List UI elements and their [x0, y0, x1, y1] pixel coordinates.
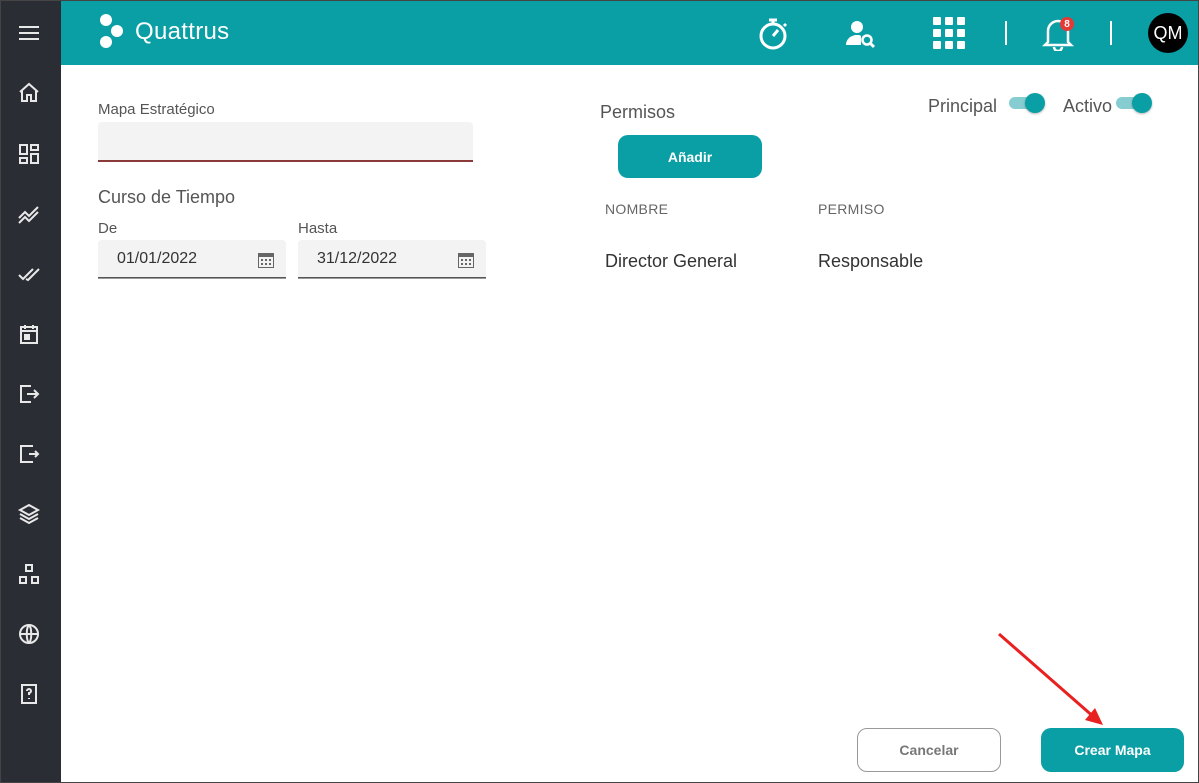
- calendar-icon[interactable]: [256, 250, 276, 270]
- principal-toggle[interactable]: [1009, 93, 1045, 113]
- top-bar: Quattrus 8 QM: [61, 1, 1198, 65]
- calendar-icon[interactable]: [456, 250, 476, 270]
- bell-icon[interactable]: 8: [1038, 13, 1078, 53]
- de-label: De: [98, 220, 118, 237]
- separator: [1005, 21, 1007, 45]
- home-icon[interactable]: [15, 79, 43, 107]
- curso-label: Curso de Tiempo: [98, 187, 236, 207]
- globe-icon[interactable]: [15, 620, 43, 648]
- separator: [1110, 21, 1112, 45]
- de-date-field[interactable]: [98, 240, 286, 278]
- create-map-button[interactable]: Crear Mapa: [1041, 728, 1184, 772]
- mapa-input[interactable]: [98, 122, 473, 160]
- principal-label: Principal: [928, 96, 998, 116]
- toggle-knob: [1132, 93, 1152, 113]
- login-icon[interactable]: [15, 380, 43, 408]
- activo-toggle[interactable]: [1116, 93, 1152, 113]
- toggle-knob: [1025, 93, 1045, 113]
- app-logo[interactable]: Quattrus: [97, 13, 229, 51]
- notification-badge: 8: [1060, 17, 1074, 31]
- avatar[interactable]: QM: [1148, 13, 1188, 53]
- sidebar: [1, 1, 61, 782]
- user-search-icon[interactable]: [840, 13, 880, 53]
- layers-icon[interactable]: [15, 500, 43, 528]
- help-book-icon[interactable]: [15, 680, 43, 708]
- cancel-button[interactable]: Cancelar: [857, 728, 1001, 772]
- activo-label: Activo: [1063, 96, 1113, 116]
- row-nombre: Director General: [605, 251, 738, 271]
- stopwatch-icon[interactable]: [753, 13, 793, 53]
- calendar-icon[interactable]: [15, 320, 43, 348]
- trending-icon[interactable]: [15, 200, 43, 228]
- app-name: Quattrus: [135, 18, 230, 45]
- row-permiso: Responsable: [818, 251, 924, 271]
- column-header-nombre: NOMBRE: [605, 201, 669, 217]
- mapa-label: Mapa Estratégico: [98, 101, 215, 118]
- add-permission-button[interactable]: Añadir: [618, 135, 762, 178]
- hierarchy-icon[interactable]: [15, 560, 43, 588]
- menu-icon[interactable]: [15, 19, 43, 47]
- hasta-date-field[interactable]: [298, 240, 486, 278]
- mapa-field[interactable]: [98, 122, 473, 162]
- quattrus-logo-icon: [100, 14, 123, 48]
- app-window: Quattrus 8 QM Mapa Estratégico Curso de …: [0, 0, 1199, 783]
- annotation-arrow-icon: [998, 632, 1103, 725]
- column-header-permiso: PERMISO: [818, 201, 885, 217]
- permisos-title: Permisos: [600, 102, 676, 122]
- dashboard-icon[interactable]: [15, 140, 43, 168]
- logout-icon[interactable]: [15, 440, 43, 468]
- hasta-label: Hasta: [298, 220, 338, 237]
- apps-grid-icon[interactable]: [929, 13, 969, 53]
- done-all-icon[interactable]: [15, 260, 43, 288]
